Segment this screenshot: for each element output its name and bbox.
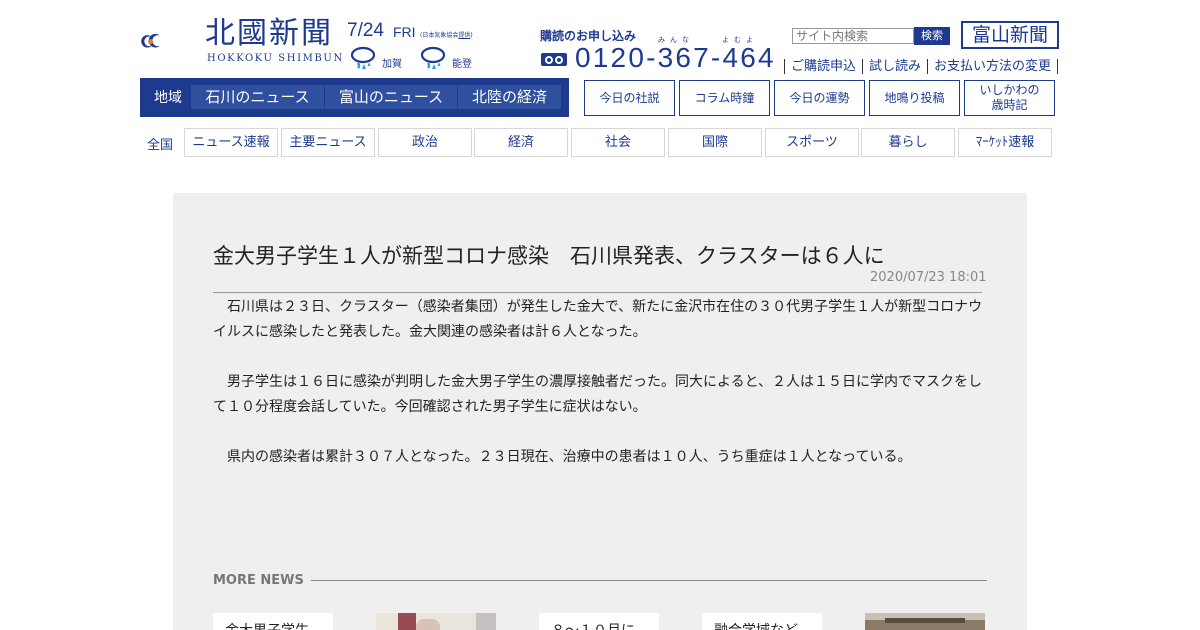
editorial-button[interactable]: 今日の社説	[584, 80, 675, 116]
article-headline: 金大男子学生１人が新型コロナ感染 石川県発表、クラスターは６人に	[213, 244, 885, 268]
search-button[interactable]: 検索	[914, 27, 950, 45]
category-society[interactable]: 社会	[571, 128, 665, 157]
logo-subtitle: HOKKOKU SHIMBUN	[207, 53, 344, 64]
category-label: 全国	[147, 138, 174, 153]
category-politics[interactable]: 政治	[378, 128, 472, 157]
seasonal-button[interactable]: いしかわの 歳時記	[964, 80, 1055, 116]
link-trial[interactable]: 試し読み	[862, 59, 928, 74]
current-date: 7/24	[347, 20, 384, 41]
link-subscribe[interactable]: ご購読申込	[784, 59, 863, 74]
column-button[interactable]: コラム時鐘	[679, 80, 770, 116]
region-label: 地域	[154, 90, 182, 106]
article-paragraph: 石川県は２３日、クラスター（感染者集団）が発生した金大で、新たに金沢市在住の３０…	[213, 299, 983, 340]
reader-post-button[interactable]: 地鳴り投稿	[869, 80, 960, 116]
tab-hokuriku-economy[interactable]: 北陸の経済	[458, 85, 561, 109]
more-news-heading: MORE NEWS	[213, 573, 304, 588]
toyama-shimbun-button[interactable]: 富山新聞	[961, 21, 1059, 49]
horoscope-button[interactable]: 今日の運勢	[774, 80, 865, 116]
free-dial-icon	[541, 53, 567, 66]
rain-cloud-icon	[420, 46, 446, 69]
link-payment[interactable]: お支払い方法の変更	[927, 59, 1059, 74]
tab-toyama-news[interactable]: 富山のニュース	[325, 85, 457, 109]
category-main-news[interactable]: 主要ニュース	[281, 128, 375, 157]
more-news-item[interactable]: 金大男子学生	[213, 613, 333, 630]
category-sports[interactable]: スポーツ	[765, 128, 859, 157]
more-news-item[interactable]: ８～１０月に	[539, 613, 659, 630]
logo-title[interactable]: 北國新聞	[205, 16, 333, 52]
category-living[interactable]: 暮らし	[861, 128, 955, 157]
weekday: FRI	[393, 24, 416, 40]
more-news-image[interactable]	[376, 613, 496, 630]
article-paragraph: 県内の感染者は累計３０７人となった。２３日現在、治療中の患者は１０人、うち重症は…	[227, 449, 912, 465]
category-international[interactable]: 国際	[668, 128, 762, 157]
more-news-image[interactable]	[865, 613, 985, 630]
search-input[interactable]	[792, 28, 914, 44]
weather-credit-link[interactable]: 提供	[458, 32, 470, 39]
rain-cloud-icon	[350, 46, 376, 69]
category-market[interactable]: ﾏｰｹｯﾄ速報	[958, 128, 1052, 157]
divider	[311, 580, 987, 581]
tab-ishikawa-news[interactable]: 石川のニュース	[191, 85, 324, 109]
top-links: ご購読申込 試し読み お支払い方法の変更	[784, 55, 1059, 74]
article-date: 2020/07/23 18:01	[870, 270, 987, 285]
weather-credit: (日本気象協会提供)	[420, 32, 473, 39]
divider	[213, 292, 982, 293]
category-economy[interactable]: 経済	[474, 128, 568, 157]
article-paragraph: 男子学生は１６日に感染が判明した金大男子学生の濃厚接触者だった。同大によると、２…	[213, 374, 983, 415]
hokkoku-logo[interactable]	[140, 16, 202, 66]
category-breaking-news[interactable]: ニュース速報	[184, 128, 278, 157]
subscribe-phone[interactable]: 0120-367-464	[575, 42, 776, 74]
weather-area-noto: 能登	[452, 59, 472, 70]
weather-area-kaga: 加賀	[382, 59, 402, 70]
more-news-item[interactable]: 融合学域など	[702, 613, 822, 630]
